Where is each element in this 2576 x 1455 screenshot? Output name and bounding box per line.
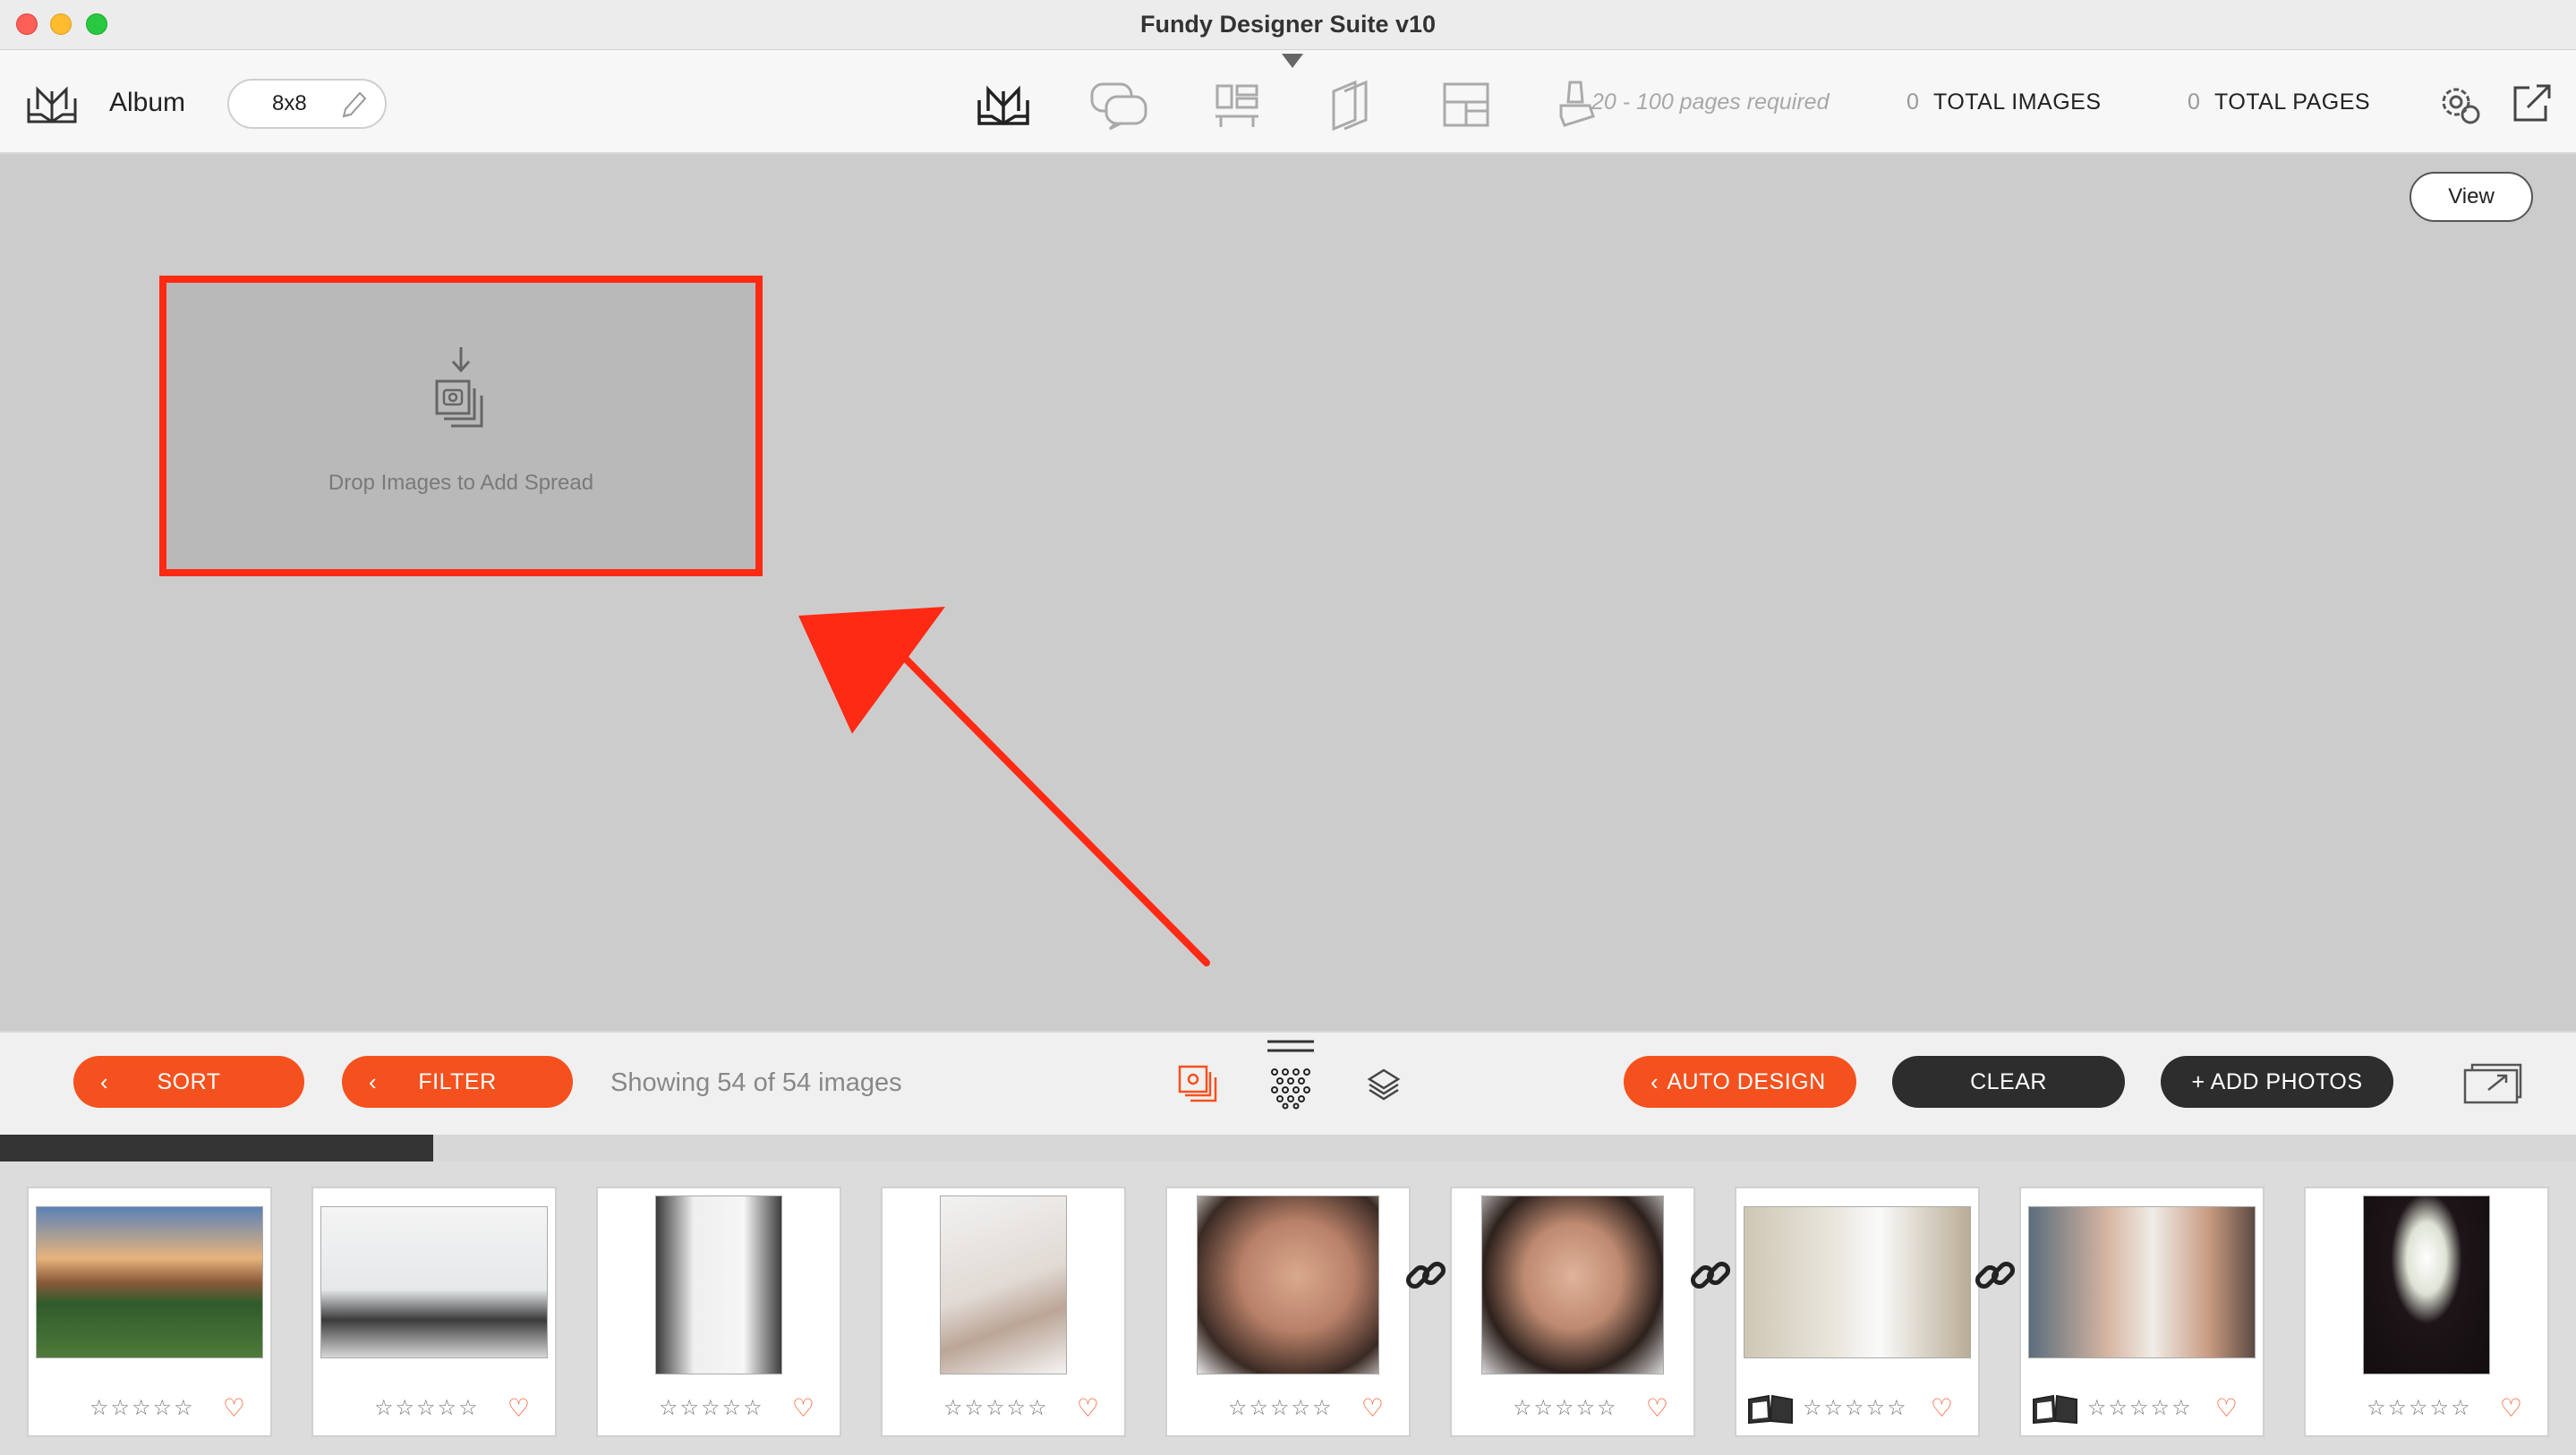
- favorite-heart-icon[interactable]: ♡: [1077, 1393, 1099, 1423]
- thumbnail-card[interactable]: ☆☆☆☆☆ ♡: [1450, 1187, 1695, 1437]
- used-in-album-icon: [1748, 1394, 1793, 1425]
- thumbnail-photo[interactable]: [1197, 1195, 1379, 1374]
- filter-button[interactable]: ‹ FILTER: [342, 1056, 573, 1108]
- layers-icon[interactable]: [1366, 1067, 1402, 1102]
- link-icon[interactable]: [1688, 1253, 1733, 1298]
- total-pages-count: 0: [2188, 89, 2200, 115]
- album-icon[interactable]: [25, 82, 79, 127]
- chevron-left-icon: ‹: [1651, 1068, 1659, 1095]
- proof-comments-icon[interactable]: [1088, 81, 1149, 131]
- link-icon[interactable]: [1403, 1253, 1448, 1298]
- auto-design-button[interactable]: ‹ AUTO DESIGN: [1624, 1056, 1856, 1108]
- export-icon[interactable]: [2510, 81, 2553, 125]
- total-pages-label: TOTAL PAGES: [2214, 89, 2371, 115]
- favorite-heart-icon[interactable]: ♡: [792, 1393, 815, 1423]
- used-in-album-icon: [2033, 1394, 2077, 1425]
- drop-images-icon: [435, 347, 483, 428]
- favorite-heart-icon[interactable]: ♡: [508, 1393, 530, 1423]
- album-design-icon[interactable]: [976, 82, 1031, 129]
- showing-count-text: Showing 54 of 54 images: [610, 1068, 902, 1097]
- clear-button[interactable]: CLEAR: [1892, 1056, 2125, 1108]
- album-size-value: 8x8: [272, 91, 307, 115]
- thumbnail-photo[interactable]: [2028, 1206, 2256, 1358]
- bin-scroll-progress-fill: [0, 1135, 433, 1161]
- thumbnail-card[interactable]: ☆☆☆☆☆ ♡: [2304, 1187, 2549, 1437]
- thumbnail-card[interactable]: ☆☆☆☆☆ ♡: [311, 1187, 557, 1437]
- sort-button[interactable]: ‹ SORT: [73, 1056, 304, 1108]
- pages-icon[interactable]: [1328, 79, 1373, 132]
- pencil-icon[interactable]: [337, 89, 367, 122]
- view-button[interactable]: View: [2410, 172, 2533, 222]
- add-photos-label: + ADD PHOTOS: [2191, 1069, 2363, 1094]
- add-photos-button[interactable]: + ADD PHOTOS: [2161, 1056, 2393, 1108]
- product-label: Album: [109, 88, 186, 117]
- templates-icon[interactable]: [1212, 81, 1262, 131]
- spread-canvas[interactable]: View Drop Images to Add Spread: [0, 154, 2576, 1031]
- thumbnail-photo[interactable]: [1481, 1195, 1664, 1374]
- pages-required-text: 20 - 100 pages required: [1591, 89, 1830, 115]
- drop-zone-text: Drop Images to Add Spread: [328, 471, 594, 495]
- drag-handle-icon[interactable]: [1266, 1036, 1316, 1058]
- top-toolbar: Album 8x8 20 - 100 pages required 0 TOTA…: [0, 50, 2576, 154]
- window-title: Fundy Designer Suite v10: [1139, 11, 1437, 38]
- link-icon[interactable]: [1973, 1253, 2017, 1298]
- thumbnail-photo[interactable]: [36, 1206, 263, 1358]
- favorite-heart-icon[interactable]: ♡: [2215, 1393, 2238, 1423]
- star-rating[interactable]: ☆☆☆☆☆: [943, 1395, 1049, 1421]
- stacked-images-icon[interactable]: [1176, 1063, 1219, 1104]
- drop-images-zone[interactable]: Drop Images to Add Spread: [159, 276, 763, 576]
- expand-bin-icon[interactable]: [2461, 1061, 2524, 1106]
- clear-label: CLEAR: [1970, 1069, 2047, 1094]
- annotation-arrow-icon: [798, 607, 1210, 966]
- star-rating[interactable]: ☆☆☆☆☆: [374, 1395, 480, 1421]
- thumbnail-photo[interactable]: [1744, 1206, 1971, 1358]
- favorite-heart-icon[interactable]: ♡: [223, 1393, 245, 1423]
- settings-gear-icon[interactable]: [2436, 82, 2483, 127]
- grid-view-icon[interactable]: [1267, 1065, 1312, 1110]
- thumbnail-card[interactable]: ☆☆☆☆☆ ♡: [2019, 1187, 2265, 1437]
- image-bin-strip[interactable]: ☆☆☆☆☆ ♡ ☆☆☆☆☆ ♡ ☆☆☆☆☆ ♡ ☆☆☆☆☆ ♡ ☆☆☆☆☆ ♡ ☆☆☆☆☆ ♡ ☆☆☆☆…: [0, 1161, 2576, 1455]
- toolbar-caret-icon: [1282, 54, 1303, 68]
- thumbnail-card[interactable]: ☆☆☆☆☆ ♡: [27, 1187, 272, 1437]
- thumbnail-photo[interactable]: [940, 1195, 1067, 1374]
- favorite-heart-icon[interactable]: ♡: [1931, 1393, 1953, 1423]
- auto-design-label: AUTO DESIGN: [1667, 1069, 1826, 1094]
- star-rating[interactable]: ☆☆☆☆☆: [2367, 1395, 2472, 1421]
- thumbnail-card[interactable]: ☆☆☆☆☆ ♡: [881, 1187, 1126, 1437]
- star-rating[interactable]: ☆☆☆☆☆: [2087, 1395, 2193, 1421]
- chevron-left-icon: ‹: [100, 1068, 109, 1095]
- star-rating[interactable]: ☆☆☆☆☆: [1803, 1395, 1908, 1421]
- favorite-heart-icon[interactable]: ♡: [2500, 1393, 2522, 1423]
- star-rating[interactable]: ☆☆☆☆☆: [1513, 1395, 1618, 1421]
- album-size-field[interactable]: 8x8: [227, 79, 387, 129]
- sort-label: SORT: [157, 1069, 221, 1094]
- star-rating[interactable]: ☆☆☆☆☆: [1228, 1395, 1334, 1421]
- total-images-label: TOTAL IMAGES: [1933, 89, 2102, 115]
- favorite-heart-icon[interactable]: ♡: [1646, 1393, 1668, 1423]
- window-titlebar: Fundy Designer Suite v10: [0, 0, 2576, 50]
- star-rating[interactable]: ☆☆☆☆☆: [90, 1395, 195, 1421]
- favorite-heart-icon[interactable]: ♡: [1361, 1393, 1384, 1423]
- thumbnail-card[interactable]: ☆☆☆☆☆ ♡: [596, 1187, 841, 1437]
- star-rating[interactable]: ☆☆☆☆☆: [659, 1395, 764, 1421]
- thumbnail-card[interactable]: ☆☆☆☆☆ ♡: [1735, 1187, 1980, 1437]
- thumbnail-card[interactable]: ☆☆☆☆☆ ♡: [1165, 1187, 1411, 1437]
- chevron-left-icon: ‹: [369, 1068, 378, 1095]
- bin-scroll-progress[interactable]: [0, 1135, 2576, 1161]
- thumbnail-photo[interactable]: [320, 1206, 548, 1358]
- filter-label: FILTER: [418, 1069, 497, 1094]
- total-images-count: 0: [1906, 89, 1919, 115]
- layout-icon[interactable]: [1441, 81, 1491, 129]
- thumbnail-photo[interactable]: [655, 1195, 782, 1374]
- thumbnail-photo[interactable]: [2363, 1195, 2490, 1374]
- image-bin-toolbar: ‹ SORT ‹ FILTER Showing 54 of 54 images …: [0, 1031, 2576, 1135]
